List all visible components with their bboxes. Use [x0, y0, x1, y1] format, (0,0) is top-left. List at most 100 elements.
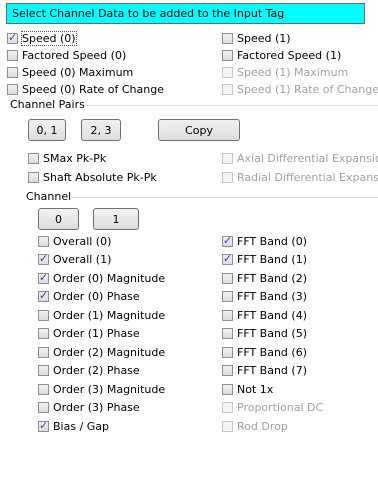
not-1x-checkbox[interactable]: Not 1x	[222, 381, 273, 397]
rod-drop-checkbox[interactable]: Rod Drop	[222, 418, 288, 434]
checkbox-box[interactable]	[222, 272, 233, 284]
order-3-magnitude-checkbox[interactable]: Order (3) Magnitude	[38, 381, 165, 397]
fft-band-3-checkbox[interactable]: FFT Band (3)	[222, 289, 307, 305]
checkbox-box[interactable]	[28, 152, 39, 164]
checkbox-label: Speed (1) Rate of Change	[237, 82, 378, 96]
order-2-magnitude-checkbox[interactable]: Order (2) Magnitude	[38, 344, 165, 360]
channel-pairs-title: Channel Pairs	[10, 98, 85, 111]
checkbox-box[interactable]	[7, 66, 18, 78]
checkbox-label: Order (0) Magnitude	[53, 271, 166, 285]
checkbox-box[interactable]	[222, 346, 233, 358]
checkbox-box[interactable]	[222, 234, 233, 247]
overall-0-checkbox[interactable]: Overall (0)	[38, 233, 111, 249]
checkbox-box[interactable]	[38, 235, 49, 247]
checkbox-box[interactable]	[222, 83, 233, 95]
order-0-phase-checkbox[interactable]: Order (0) Phase	[38, 289, 140, 305]
fft-band-7-checkbox[interactable]: FFT Band (7)	[222, 363, 307, 379]
channel-pair-2-3-button[interactable]: 2, 3	[81, 119, 121, 141]
checkbox-box[interactable]	[222, 49, 233, 61]
channel-title: Channel	[26, 190, 72, 203]
checkbox-box[interactable]	[222, 252, 233, 265]
channel-pair-0-1-button[interactable]: 0, 1	[28, 119, 66, 141]
channel-1-button[interactable]: 1	[93, 208, 139, 230]
checkbox-box[interactable]	[222, 383, 233, 395]
fft-band-1-checkbox[interactable]: FFT Band (1)	[222, 252, 307, 268]
checkbox-label: Order (2) Phase	[53, 364, 140, 377]
factored-speed-1-checkbox[interactable]: Factored Speed (1)	[222, 47, 341, 63]
checkbox-box[interactable]	[28, 171, 39, 183]
checkbox-label: FFT Band (5)	[237, 327, 307, 340]
checkbox-box[interactable]	[38, 365, 49, 376]
checkbox-label: Speed (0)	[21, 30, 77, 46]
checkbox-box[interactable]	[222, 66, 233, 78]
speed-1-maximum-checkbox[interactable]: Speed (1) Maximum	[222, 64, 348, 80]
checkbox-box[interactable]	[222, 152, 233, 164]
checkbox-label: Order (1) Magnitude	[53, 308, 166, 322]
checkbox-label: Speed (1)	[237, 31, 291, 45]
checkbox-box[interactable]	[7, 31, 18, 44]
proportional-dc-checkbox[interactable]: Proportional DC	[222, 400, 323, 416]
checkbox-label: Proportional DC	[237, 401, 324, 414]
speed-0-maximum-checkbox[interactable]: Speed (0) Maximum	[7, 64, 133, 80]
checkbox-box[interactable]	[222, 328, 233, 339]
checkbox-box[interactable]	[38, 383, 49, 395]
checkbox-label: Speed (1) Maximum	[237, 65, 349, 79]
fft-band-2-checkbox[interactable]: FFT Band (2)	[222, 270, 307, 286]
checkbox-label: Order (0) Phase	[53, 290, 140, 303]
bias-gap-checkbox[interactable]: Bias / Gap	[38, 418, 109, 434]
speed-1-rate-of-change-checkbox[interactable]: Speed (1) Rate of Change	[222, 81, 378, 97]
checkbox-label: FFT Band (7)	[237, 364, 307, 377]
fft-band-4-checkbox[interactable]: FFT Band (4)	[222, 307, 307, 323]
speed-1-checkbox[interactable]: Speed (1)	[222, 30, 291, 46]
smax-pk-pk-checkbox[interactable]: SMax Pk-Pk	[28, 150, 106, 166]
fft-band-5-checkbox[interactable]: FFT Band (5)	[222, 326, 307, 342]
checkbox-label: Speed (0) Rate of Change	[22, 82, 164, 96]
checkbox-box[interactable]	[222, 291, 233, 302]
checkbox-label: Order (3) Magnitude	[53, 382, 166, 396]
checkbox-box[interactable]	[222, 420, 233, 432]
checkbox-label: Bias / Gap	[53, 419, 110, 433]
group-divider	[70, 197, 378, 198]
checkbox-label: FFT Band (6)	[237, 345, 307, 359]
axial-differential-expansion-checkbox[interactable]: Axial Differential Expansion	[222, 150, 378, 166]
checkbox-box[interactable]	[222, 32, 233, 44]
checkbox-box[interactable]	[38, 309, 49, 321]
factored-speed-0-checkbox[interactable]: Factored Speed (0)	[7, 47, 126, 63]
checkbox-label: FFT Band (0)	[237, 234, 307, 248]
checkbox-label: Radial Differential Expansion	[237, 170, 378, 184]
order-3-phase-checkbox[interactable]: Order (3) Phase	[38, 400, 140, 416]
checkbox-label: Order (1) Phase	[53, 327, 140, 340]
order-1-phase-checkbox[interactable]: Order (1) Phase	[38, 326, 140, 342]
checkbox-box[interactable]	[222, 171, 233, 183]
radial-differential-expansion-checkbox[interactable]: Radial Differential Expansion	[222, 169, 378, 185]
checkbox-label: Speed (0) Maximum	[22, 65, 134, 79]
overall-1-checkbox[interactable]: Overall (1)	[38, 252, 111, 268]
checkbox-box[interactable]	[222, 402, 233, 413]
shaft-absolute-pk-pk-checkbox[interactable]: Shaft Absolute Pk-Pk	[28, 169, 157, 185]
checkbox-box[interactable]	[38, 346, 49, 358]
checkbox-box[interactable]	[38, 328, 49, 339]
checkbox-label: Axial Differential Expansion	[237, 151, 378, 165]
order-0-magnitude-checkbox[interactable]: Order (0) Magnitude	[38, 270, 165, 286]
group-divider	[86, 105, 378, 106]
fft-band-6-checkbox[interactable]: FFT Band (6)	[222, 344, 307, 360]
speed-0-rate-of-change-checkbox[interactable]: Speed (0) Rate of Change	[7, 81, 164, 97]
fft-band-0-checkbox[interactable]: FFT Band (0)	[222, 233, 307, 249]
checkbox-label: FFT Band (2)	[237, 271, 307, 285]
checkbox-box[interactable]	[38, 271, 49, 284]
checkbox-box[interactable]	[38, 252, 49, 265]
checkbox-box[interactable]	[38, 289, 49, 302]
checkbox-box[interactable]	[222, 309, 233, 321]
copy-button[interactable]: Copy	[158, 119, 240, 141]
channel-0-button[interactable]: 0	[38, 208, 79, 230]
checkbox-box[interactable]	[222, 365, 233, 376]
speed-0-checkbox[interactable]: Speed (0)	[7, 30, 77, 46]
checkbox-label: FFT Band (3)	[237, 290, 307, 303]
checkbox-label: Rod Drop	[237, 419, 288, 433]
checkbox-box[interactable]	[7, 83, 18, 95]
order-2-phase-checkbox[interactable]: Order (2) Phase	[38, 363, 140, 379]
checkbox-box[interactable]	[7, 49, 18, 61]
checkbox-box[interactable]	[38, 419, 49, 432]
checkbox-box[interactable]	[38, 402, 49, 413]
order-1-magnitude-checkbox[interactable]: Order (1) Magnitude	[38, 307, 165, 323]
